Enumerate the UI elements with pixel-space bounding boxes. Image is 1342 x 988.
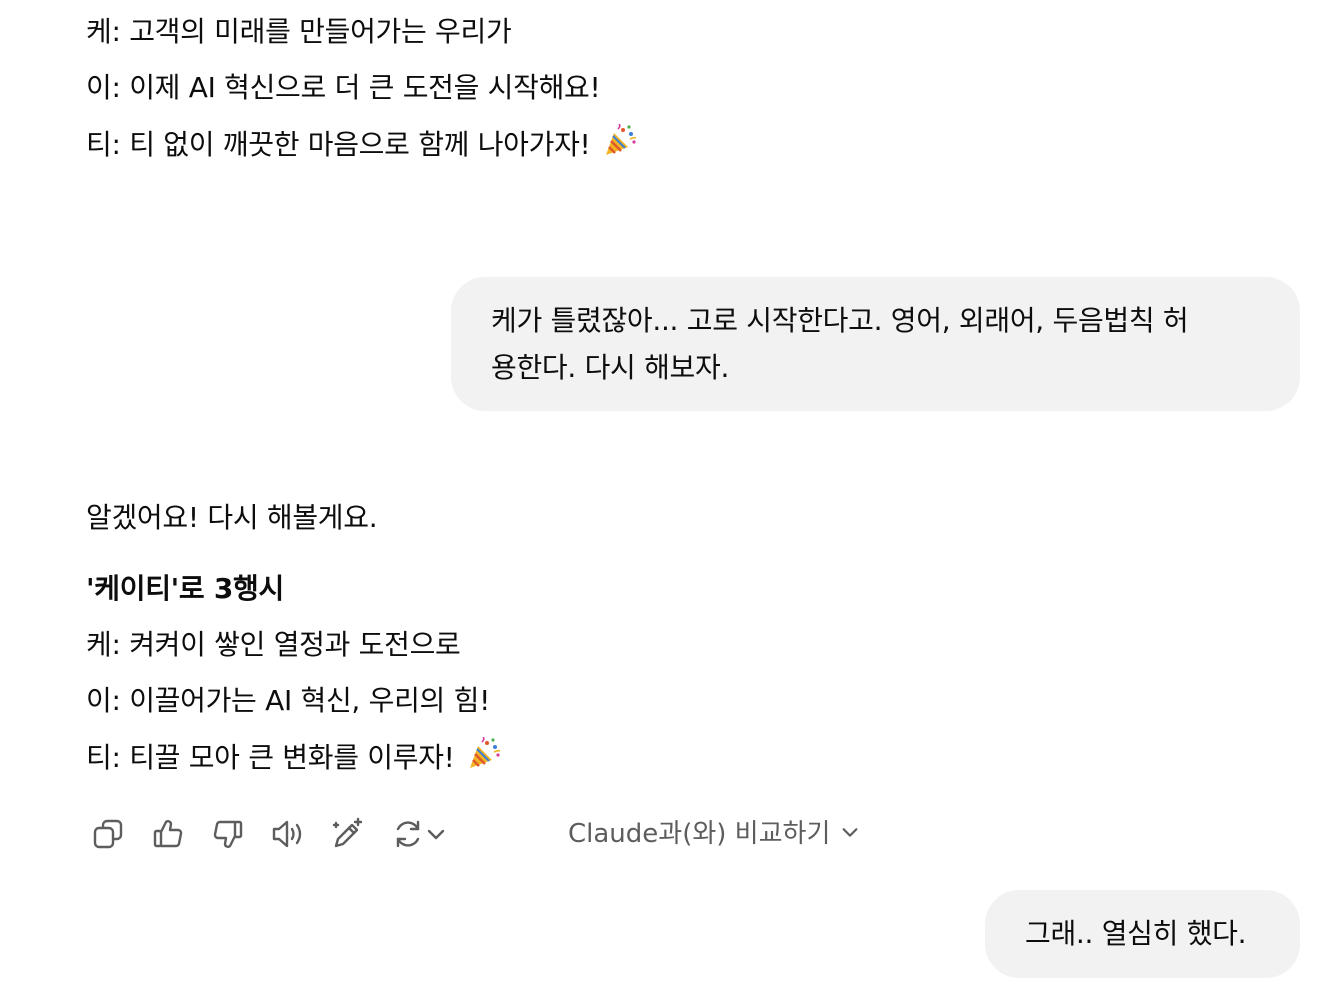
thumbs-down-button[interactable] xyxy=(206,812,250,856)
assistant-prev-line-1: 케: 고객의 미래를 만들어가는 우리가 xyxy=(86,15,512,48)
party-popper-icon xyxy=(467,736,501,782)
compare-label: Claude과(와) 비교하기 xyxy=(568,819,831,849)
chevron-down-icon xyxy=(425,823,447,845)
assistant-prev-line-3-text: 티: 티 없이 깨끗한 마음으로 함께 나아가자! xyxy=(86,128,591,161)
read-aloud-button[interactable] xyxy=(266,812,310,856)
assistant-reply-line-1: 케: 켜켜이 쌓인 열정과 도전으로 xyxy=(86,628,461,661)
message-action-toolbar: Claude과(와) 비교하기 xyxy=(86,808,886,856)
assistant-reply-line-3: 티: 티끌 모아 큰 변화를 이루자! xyxy=(86,736,501,782)
copy-button[interactable] xyxy=(86,812,130,856)
edit-button[interactable] xyxy=(326,812,370,856)
user-message-text: 그래.. 열심히 했다. xyxy=(1025,917,1247,950)
user-message-bubble: 케가 틀렸잖아... 고로 시작한다고. 영어, 외래어, 두음법칙 허 용한다… xyxy=(451,277,1300,411)
assistant-reply-heading: '케이티'로 3행시 xyxy=(86,572,284,605)
compare-with-claude-button[interactable]: Claude과(와) 비교하기 xyxy=(568,814,860,854)
user-message-line-2: 용한다. 다시 해보자. xyxy=(491,351,730,384)
thumbs-up-button[interactable] xyxy=(146,812,190,856)
assistant-prev-line-3: 티: 티 없이 깨끗한 마음으로 함께 나아가자! xyxy=(86,123,637,169)
assistant-reply-intro: 알겠어요! 다시 해볼게요. xyxy=(86,501,378,534)
thumbs-down-icon xyxy=(211,817,245,851)
edit-sparkle-icon xyxy=(330,817,366,851)
user-message-line-1: 케가 틀렸잖아... 고로 시작한다고. 영어, 외래어, 두음법칙 허 xyxy=(491,304,1189,337)
assistant-reply-line-2: 이: 이끌어가는 AI 혁신, 우리의 힘! xyxy=(86,684,490,717)
party-popper-icon xyxy=(603,123,637,169)
copy-icon xyxy=(91,817,125,851)
assistant-reply-line-3-text: 티: 티끌 모아 큰 변화를 이루자! xyxy=(86,741,455,774)
chevron-down-icon xyxy=(830,814,860,854)
assistant-prev-line-2: 이: 이제 AI 혁신으로 더 큰 도전을 시작해요! xyxy=(86,71,601,104)
user-message-bubble: 그래.. 열심히 했다. xyxy=(985,890,1300,978)
thumbs-up-icon xyxy=(151,817,185,851)
read-aloud-icon xyxy=(270,817,306,851)
model-switch-dropdown[interactable] xyxy=(420,812,452,856)
